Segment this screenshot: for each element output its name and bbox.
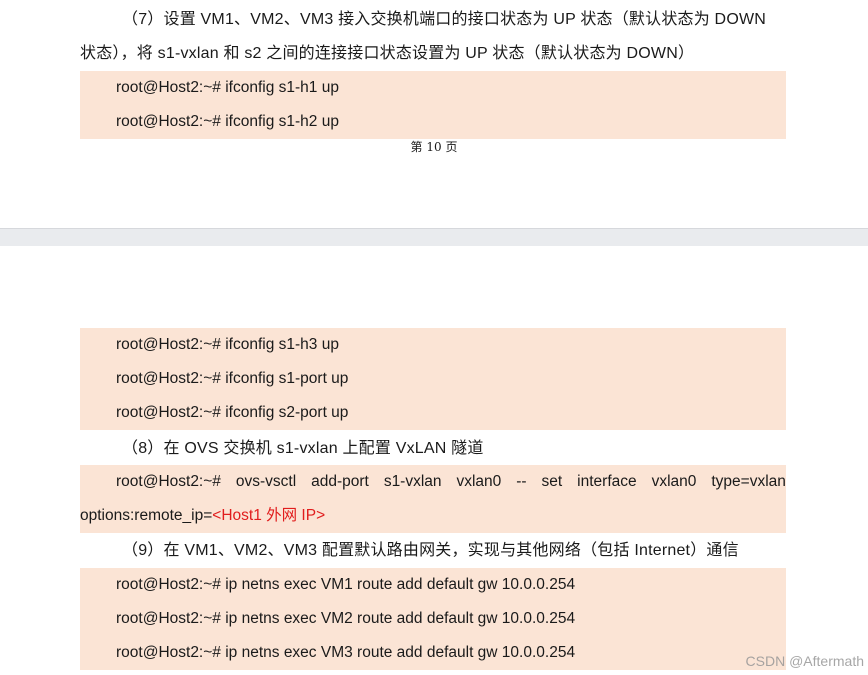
code-line: root@Host2:~# ifconfig s1-port up [116,370,349,387]
code-line-wrapped: root@Host2:~# ovs-vsctl add-port s1-vxla… [80,465,786,499]
code-line: root@Host2:~# ip netns exec VM2 route ad… [116,610,576,627]
placeholder-highlight: <Host1 外网 IP> [212,507,326,524]
step9-paragraph: （9）在 VM1、VM2、VM3 配置默认路由网关，实现与其他网络（包括 Int… [80,534,786,568]
code-token: add-port [311,473,369,490]
code-line: root@Host2:~# ifconfig s1-h2 up [116,113,339,130]
step7-line2: 状态），将 s1-vxlan 和 s2 之间的连接接口状态设置为 UP 状态（默… [80,45,695,62]
code-block-step8: root@Host2:~# ovs-vsctl add-port s1-vxla… [80,465,786,533]
code-block-step9: root@Host2:~# ip netns exec VM1 route ad… [80,568,786,670]
code-block-step7-a: root@Host2:~# ifconfig s1-h1 up root@Hos… [80,71,786,139]
code-token: -- [516,473,527,490]
code-line: root@Host2:~# ifconfig s1-h1 up [116,79,339,96]
code-token: vxlan0 [651,473,697,490]
code-block-step7-b: root@Host2:~# ifconfig s1-h3 up root@Hos… [80,328,786,430]
step8-paragraph: （8）在 OVS 交换机 s1-vxlan 上配置 VxLAN 隧道 [80,432,786,466]
step8-line: （8）在 OVS 交换机 s1-vxlan 上配置 VxLAN 隧道 [122,440,484,457]
code-line: root@Host2:~# ip netns exec VM3 route ad… [116,644,576,661]
document-page-11: root@Host2:~# ifconfig s1-h3 up root@Hos… [0,246,868,675]
code-text: options:remote_ip= [80,507,213,524]
code-token: type=vxlan [711,473,786,490]
step9-line: （9）在 VM1、VM2、VM3 配置默认路由网关，实现与其他网络（包括 Int… [122,542,739,559]
code-line-continuation: options:remote_ip=<Host1 外网 IP> [80,499,786,533]
code-token: root@Host2:~# [116,473,221,490]
code-token: set [541,473,563,490]
code-line: root@Host2:~# ip netns exec VM1 route ad… [116,576,576,593]
code-token: vxlan0 [456,473,502,490]
page-separator [0,228,868,247]
step7-paragraph: （7）设置 VM1、VM2、VM3 接入交换机端口的接口状态为 UP 状态（默认… [80,3,786,71]
page-number: 第 10 页 [410,140,458,154]
code-token: s1-vxlan [383,473,442,490]
code-token: ovs-vsctl [235,473,297,490]
code-line: root@Host2:~# ifconfig s1-h3 up [116,336,339,353]
document-page-10: （7）设置 VM1、VM2、VM3 接入交换机端口的接口状态为 UP 状态（默认… [0,0,868,228]
step7-line1: （7）设置 VM1、VM2、VM3 接入交换机端口的接口状态为 UP 状态（默认… [122,11,767,28]
code-line: root@Host2:~# ifconfig s2-port up [116,404,349,421]
code-token: interface [577,473,637,490]
watermark: CSDN @Aftermath [745,653,864,669]
